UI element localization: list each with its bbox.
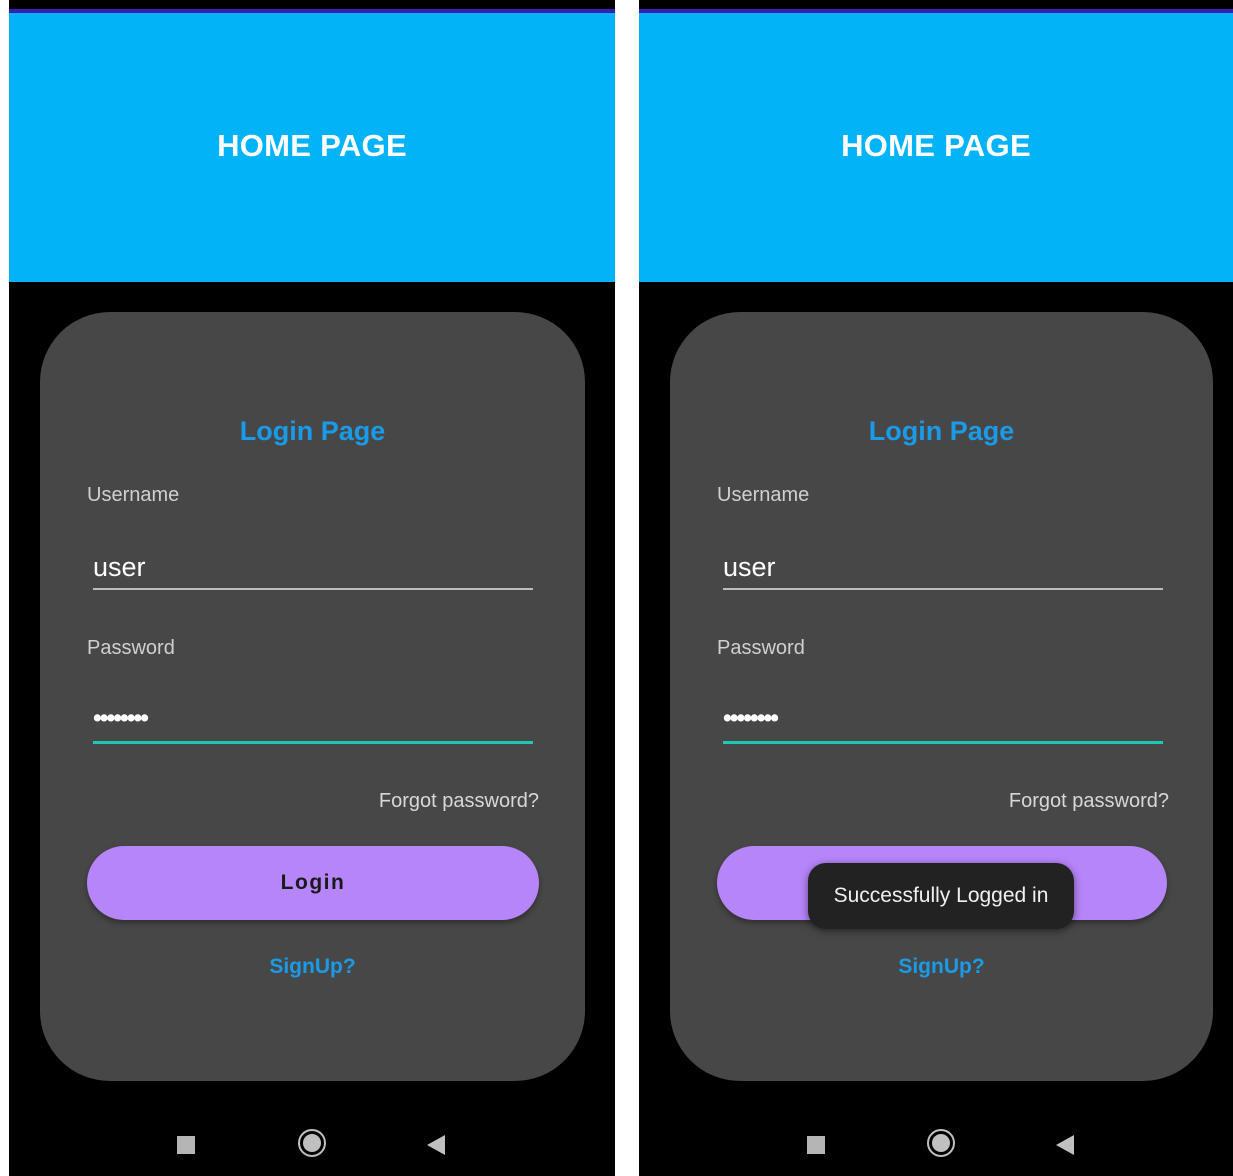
system-nav-bar bbox=[639, 1116, 1233, 1176]
app-header: HOME PAGE bbox=[639, 13, 1233, 282]
login-title: Login Page bbox=[239, 416, 386, 446]
phone-screen-before-login: HOME PAGE Login Page Username user Passw… bbox=[9, 0, 615, 1176]
header-title: HOME PAGE bbox=[217, 128, 407, 163]
forgot-password-link[interactable]: Forgot password? bbox=[1009, 790, 1169, 813]
system-nav-bar bbox=[9, 1116, 615, 1176]
toast-message: Successfully Logged in bbox=[808, 863, 1074, 929]
forgot-password-link[interactable]: Forgot password? bbox=[379, 790, 539, 813]
password-field[interactable]: •••••••• bbox=[723, 700, 1163, 744]
home-circle-icon[interactable] bbox=[927, 1129, 955, 1157]
app-header: HOME PAGE bbox=[9, 13, 615, 282]
password-field[interactable]: •••••••• bbox=[93, 700, 533, 744]
username-value: user bbox=[93, 552, 146, 582]
recents-square-icon[interactable] bbox=[177, 1136, 195, 1154]
password-label: Password bbox=[87, 637, 175, 659]
password-value: •••••••• bbox=[723, 704, 779, 732]
username-field[interactable]: user bbox=[723, 546, 1163, 590]
back-triangle-icon[interactable] bbox=[427, 1135, 445, 1155]
recents-square-icon[interactable] bbox=[807, 1136, 825, 1154]
username-value: user bbox=[723, 552, 776, 582]
login-button[interactable]: Login bbox=[87, 846, 539, 920]
header-title: HOME PAGE bbox=[841, 128, 1031, 163]
password-value: •••••••• bbox=[93, 704, 149, 732]
login-title: Login Page bbox=[868, 416, 1015, 446]
password-label: Password bbox=[717, 637, 805, 659]
username-field[interactable]: user bbox=[93, 546, 533, 590]
signup-link[interactable]: SignUp? bbox=[670, 955, 1213, 979]
login-card: Login Page Username user Password ••••••… bbox=[670, 312, 1213, 1081]
home-circle-icon[interactable] bbox=[298, 1129, 326, 1157]
signup-link[interactable]: SignUp? bbox=[40, 955, 585, 979]
phone-screen-after-login: HOME PAGE Login Page Username user Passw… bbox=[639, 0, 1233, 1176]
username-label: Username bbox=[717, 484, 810, 506]
back-triangle-icon[interactable] bbox=[1056, 1135, 1074, 1155]
username-label: Username bbox=[87, 484, 180, 506]
login-card: Login Page Username user Password ••••••… bbox=[40, 312, 585, 1081]
